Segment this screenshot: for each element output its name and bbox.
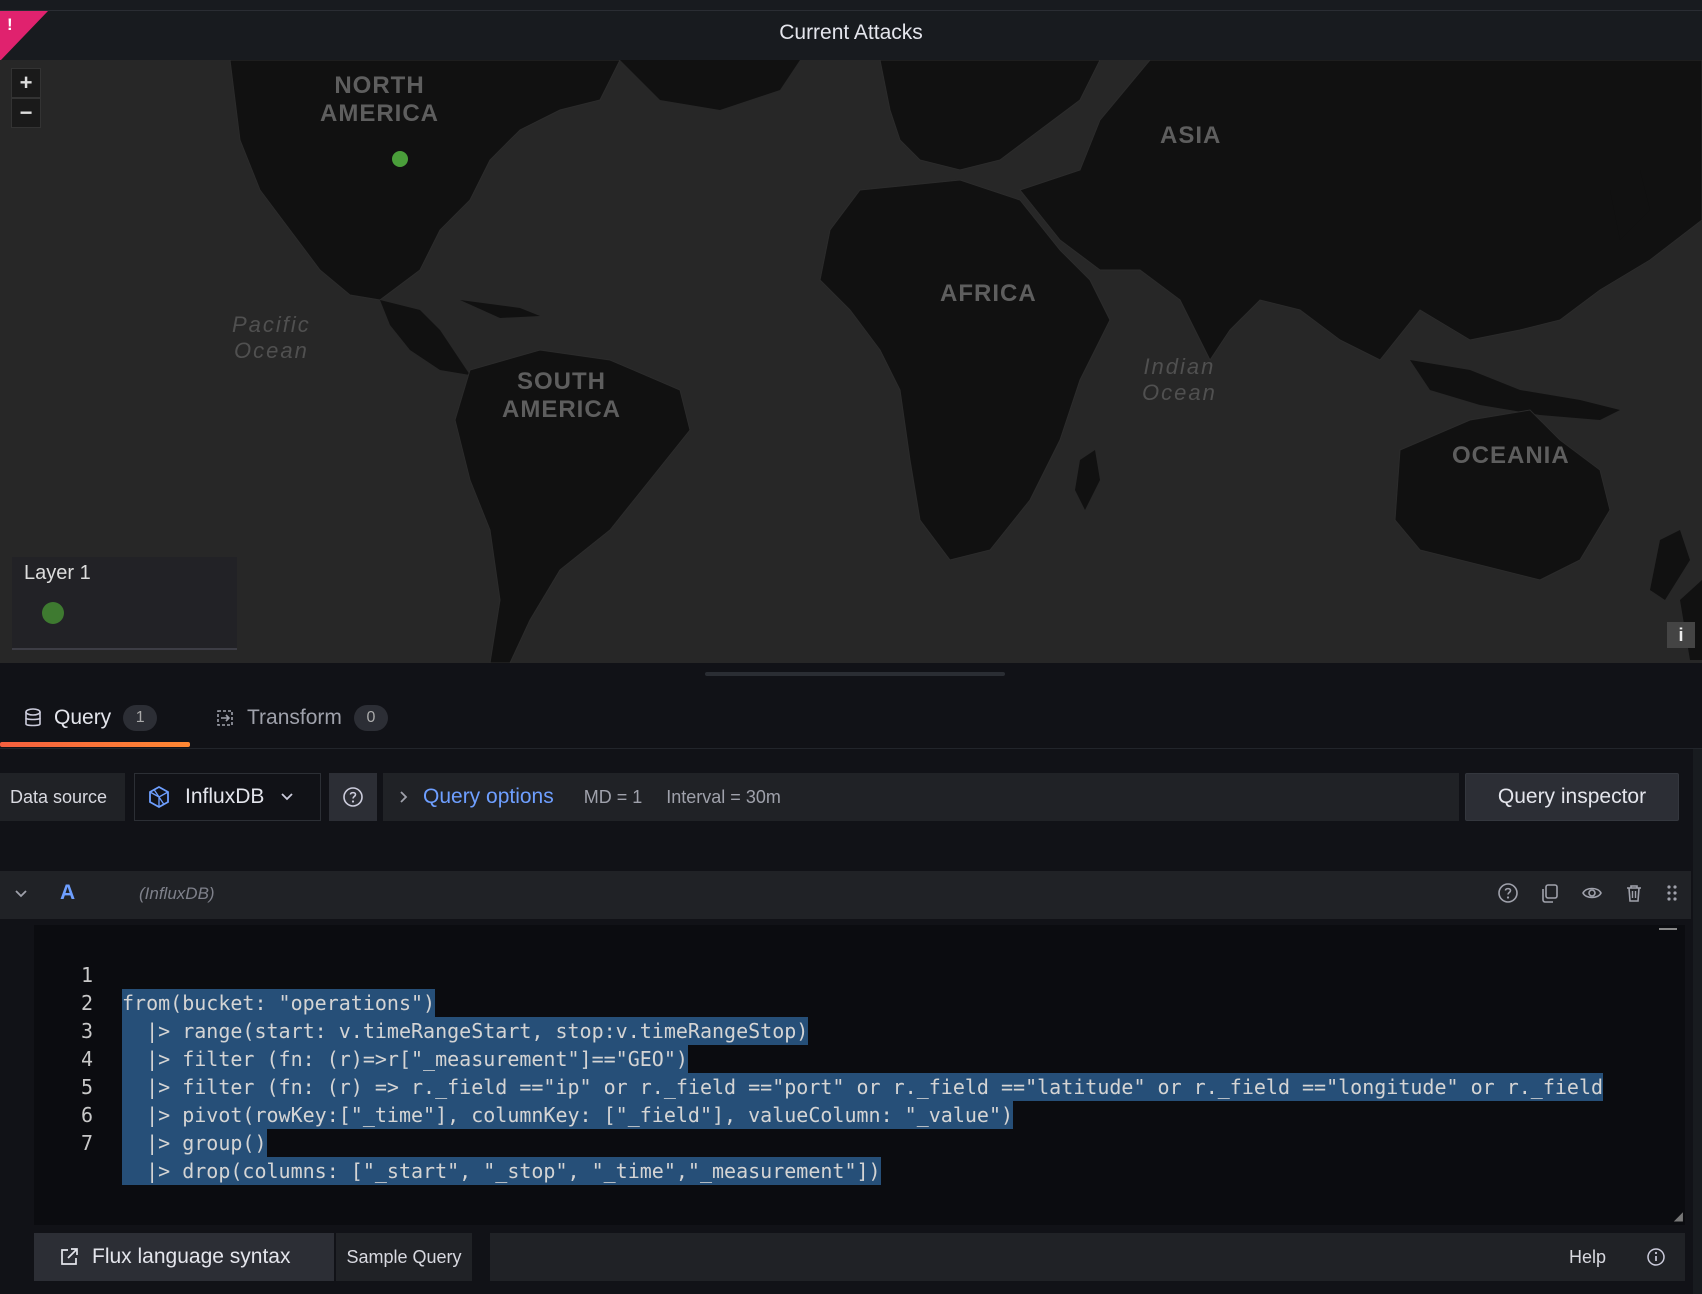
- copy-icon[interactable]: [1539, 882, 1561, 904]
- splitter-handle[interactable]: [705, 672, 1005, 676]
- flux-syntax-label: Flux language syntax: [92, 1245, 291, 1268]
- code-line: 1 from(bucket: "operations"): [34, 933, 1685, 1017]
- info-circle-icon: [1646, 1247, 1666, 1267]
- tab-query-count: 1: [123, 705, 158, 731]
- code-text[interactable]: |> drop(columns: ["_start", "_stop", "_t…: [122, 1157, 881, 1185]
- max-datapoints-info: MD = 1: [583, 786, 643, 807]
- tab-transform[interactable]: Transform 0: [215, 689, 388, 747]
- resize-grip-icon[interactable]: ◢: [1674, 1209, 1683, 1223]
- query-options-label: Query options: [423, 785, 554, 808]
- code-line: 5 |> pivot(rowKey:["_time"], columnKey: …: [34, 1045, 1685, 1129]
- query-datasource-name: (InfluxDB): [139, 884, 215, 903]
- code-line: 2 |> range(start: v.timeRangeStart, stop…: [34, 961, 1685, 1045]
- help-button[interactable]: Help: [1557, 1233, 1685, 1281]
- label-africa: AFRICA: [940, 280, 1037, 307]
- collapse-chevron-icon[interactable]: [14, 884, 28, 904]
- datasource-label: Data source: [0, 773, 125, 821]
- drag-handle-icon[interactable]: [1665, 882, 1679, 904]
- zoom-out-button[interactable]: −: [11, 98, 41, 128]
- datasource-selected: InfluxDB: [185, 785, 265, 808]
- datasource-select[interactable]: InfluxDB: [134, 773, 321, 821]
- trash-icon[interactable]: [1623, 882, 1645, 904]
- chevron-right-icon: [399, 790, 409, 804]
- label-south-america: SOUTH AMERICA: [502, 368, 621, 423]
- tab-transform-count: 0: [353, 705, 388, 731]
- datasource-row: Data source InfluxDB Query options MD = …: [0, 773, 1702, 823]
- query-row-header[interactable]: A (InfluxDB): [0, 871, 1691, 919]
- map-legend: Layer 1: [12, 557, 237, 650]
- panel-title[interactable]: Current Attacks: [0, 11, 1702, 60]
- code-text[interactable]: |> group(): [122, 1129, 267, 1157]
- code-line: 4 |> filter (fn: (r) => r._field =="ip" …: [34, 1017, 1685, 1101]
- chevron-down-icon: [280, 792, 294, 802]
- line-number: 7: [80, 1131, 94, 1155]
- datasource-help-button[interactable]: [329, 773, 377, 821]
- flux-query-editor[interactable]: 1 from(bucket: "operations") 2 |> range(…: [34, 925, 1685, 1225]
- attack-point[interactable]: [392, 151, 408, 167]
- external-link-icon: [58, 1246, 80, 1268]
- code-line: 3 |> filter (fn: (r)=>r["_measurement"]=…: [34, 989, 1685, 1073]
- legend-title: Layer 1: [24, 562, 91, 584]
- page-scrollbar[interactable]: [1693, 749, 1702, 1294]
- panel-splitter[interactable]: [0, 663, 1702, 689]
- interval-info: Interval = 30m: [666, 786, 781, 807]
- database-icon: [24, 708, 42, 728]
- tab-query[interactable]: Query 1: [24, 689, 158, 747]
- label-indian-ocean: Indian Ocean: [1142, 354, 1217, 405]
- influxdb-icon: [147, 785, 171, 809]
- query-actions: [1497, 882, 1679, 904]
- transform-icon: [215, 708, 235, 728]
- editor-scroll-marker: [1659, 928, 1677, 930]
- label-north-america: NORTH AMERICA: [320, 72, 439, 127]
- help-icon[interactable]: [1497, 882, 1519, 904]
- editor-tabs: Query 1 Transform 0: [0, 689, 1702, 749]
- eye-icon[interactable]: [1581, 882, 1603, 904]
- tab-query-label: Query: [54, 706, 112, 729]
- world-map[interactable]: + − NORTH AMERICA ASIA AFRICA SOUTH AMER…: [0, 60, 1702, 663]
- question-circle-icon: [342, 786, 364, 808]
- map-info-button[interactable]: i: [1667, 622, 1695, 648]
- flux-syntax-link[interactable]: Flux language syntax: [34, 1233, 334, 1281]
- query-inspector-button[interactable]: Query inspector: [1465, 773, 1679, 821]
- legend-marker-icon: [42, 602, 64, 624]
- label-pacific-ocean: Pacific Ocean: [232, 312, 311, 363]
- panel-header[interactable]: Current Attacks: [0, 11, 1702, 60]
- alert-icon[interactable]: !: [7, 15, 13, 35]
- label-asia: ASIA: [1160, 122, 1222, 149]
- sample-query-select[interactable]: [490, 1233, 1584, 1281]
- editor-footer: Flux language syntax Sample Query Help: [34, 1233, 1685, 1281]
- top-strip: [0, 0, 1702, 11]
- tab-transform-label: Transform: [247, 706, 342, 729]
- zoom-in-button[interactable]: +: [11, 68, 41, 98]
- query-options-toggle[interactable]: Query options MD = 1 Interval = 30m: [383, 773, 1459, 821]
- help-label: Help: [1569, 1246, 1607, 1267]
- active-tab-indicator: [0, 742, 190, 747]
- label-oceania: OCEANIA: [1452, 442, 1570, 469]
- code-line: 7 |> drop(columns: ["_start", "_stop", "…: [34, 1101, 1685, 1185]
- code-line: 6 |> group(): [34, 1073, 1685, 1157]
- sample-query-label: Sample Query: [336, 1233, 472, 1281]
- query-ref-id[interactable]: A: [60, 881, 75, 905]
